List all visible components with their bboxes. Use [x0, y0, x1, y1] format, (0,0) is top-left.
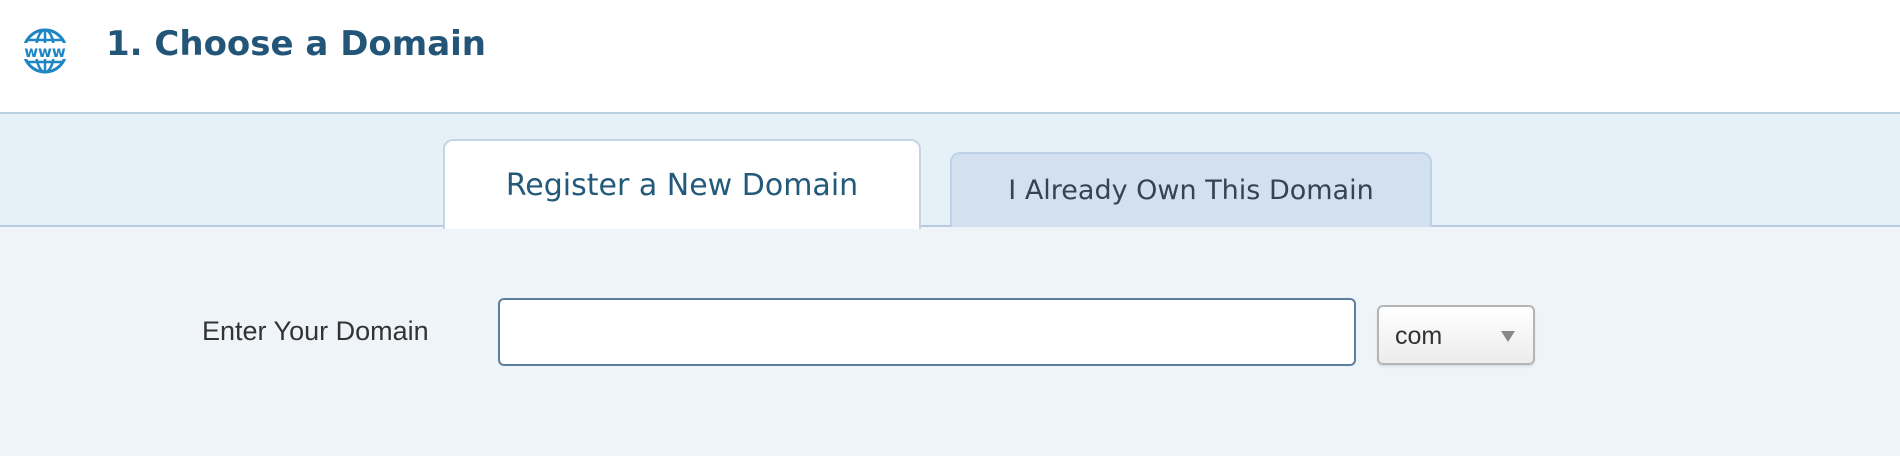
section-header: www 1. Choose a Domain — [0, 0, 1900, 114]
tab-label: Register a New Domain — [505, 167, 859, 203]
tld-selected-value: com — [1395, 322, 1443, 350]
tab-label: I Already Own This Domain — [1008, 175, 1374, 206]
tld-dropdown[interactable]: com — [1377, 305, 1535, 365]
www-icon-text: www — [24, 43, 66, 61]
www-globe-icon: www — [16, 28, 74, 74]
domain-field-label: Enter Your Domain — [202, 316, 429, 346]
page-title: 1. Choose a Domain — [106, 24, 487, 64]
domain-selection-page: www 1. Choose a Domain Register a New Do… — [0, 0, 1900, 456]
tab-register-new-domain[interactable]: Register a New Domain — [443, 139, 921, 229]
tab-already-own-domain[interactable]: I Already Own This Domain — [950, 152, 1432, 227]
caret-down-icon — [1501, 331, 1515, 342]
domain-input[interactable] — [498, 298, 1356, 366]
